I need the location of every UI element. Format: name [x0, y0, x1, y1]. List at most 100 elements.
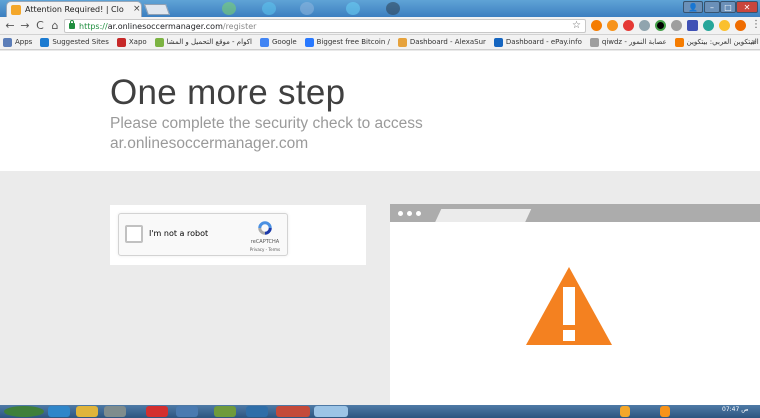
extension-icon[interactable] [623, 20, 634, 31]
minimize-button[interactable]: – [704, 1, 720, 13]
back-button[interactable]: ← [3, 18, 17, 33]
page-subtitle: Please complete the security check to ac… [110, 114, 470, 154]
recaptcha-privacy-terms-link[interactable]: Privacy - Terms [243, 247, 287, 252]
bookmark-star-icon[interactable]: ☆ [572, 20, 581, 31]
bookmark-item[interactable]: Xapo [116, 37, 147, 47]
bookmarks-bar: Apps Suggested Sites Xapo اكوام - موقع التح… [0, 35, 760, 50]
extension-icon[interactable] [719, 20, 730, 31]
windows-taskbar: 07:47 ص [0, 405, 760, 418]
illustration-browser-bar [390, 204, 760, 223]
recaptcha-checkbox[interactable] [125, 225, 143, 243]
bitcoin-extension-icon[interactable] [607, 20, 618, 31]
illustration-tab [434, 209, 532, 223]
bookmark-item[interactable]: Dashboard - ePay.info [493, 37, 582, 47]
bookmark-item[interactable]: اكوام - موقع التحميل و المشا [154, 37, 252, 47]
extension-icon[interactable] [703, 20, 714, 31]
url-path: /register [222, 21, 257, 31]
page-title: One more step [110, 73, 346, 112]
bookmark-label: البيتكوين العربي: بيتكوين [686, 38, 759, 46]
background-bubble-icon [300, 2, 314, 15]
bookmark-item[interactable]: Google [259, 37, 297, 47]
warning-icon [526, 267, 612, 345]
browser-menu-icon[interactable]: ⋮ [751, 19, 760, 30]
url-host: ar.onlinesoccermanager.com [107, 21, 223, 31]
extension-icon[interactable] [639, 20, 650, 31]
illustration-dot [416, 211, 421, 216]
taskbar-clock[interactable]: 07:47 ص [722, 406, 748, 413]
background-bubble-icon [346, 2, 360, 15]
recaptcha-logo-icon [258, 221, 272, 235]
extension-icon[interactable] [687, 20, 698, 31]
bookmark-item[interactable]: Biggest free Bitcoin / [304, 37, 390, 47]
bookmark-label: Apps [15, 38, 33, 46]
lock-icon [69, 20, 75, 29]
start-button[interactable] [4, 406, 44, 417]
app-taskbar-icon[interactable] [214, 406, 236, 417]
background-bubble-icon [262, 2, 276, 15]
bookmark-favicon-icon [397, 37, 407, 47]
bookmarks-overflow-button[interactable]: » [751, 37, 756, 46]
recaptcha-label: I'm not a robot [149, 229, 209, 238]
extension-icon[interactable] [591, 20, 602, 31]
bookmark-favicon-icon [154, 37, 164, 47]
url-scheme: https:// [79, 21, 108, 31]
new-tab-button[interactable] [143, 4, 171, 15]
illustration-body [390, 222, 760, 405]
window-titlebar: Attention Required! | Clo × 👤 – □ ✕ [0, 0, 760, 17]
bookmark-label: Xapo [128, 38, 147, 46]
bookmark-favicon-icon [589, 37, 599, 47]
browser-illustration [390, 204, 760, 405]
captcha-card: I'm not a robot reCAPTCHA Privacy - Term… [110, 205, 366, 265]
illustration-dot [407, 211, 412, 216]
bookmark-item[interactable]: البيتكوين العربي: بيتكوين [674, 37, 759, 47]
bookmark-item[interactable]: Apps [3, 37, 33, 47]
bookmark-label: Google [271, 38, 297, 46]
bookmark-favicon-icon [116, 37, 126, 47]
bookmark-item[interactable]: Dashboard - AlexaSur [397, 37, 486, 47]
page-header: One more step Please complete the securi… [0, 51, 760, 171]
bookmark-label: Suggested Sites [52, 38, 109, 46]
tab-close-icon[interactable]: × [133, 5, 141, 14]
extension-icon[interactable] [735, 20, 746, 31]
bookmark-favicon-icon [3, 37, 12, 47]
bookmark-favicon-icon [40, 37, 50, 47]
tray-icon[interactable] [620, 406, 630, 417]
background-bubble-icon [386, 2, 400, 15]
bookmark-favicon-icon [674, 37, 684, 47]
profile-button[interactable]: 👤 [683, 1, 703, 13]
browser-tab[interactable]: Attention Required! | Clo × [6, 1, 142, 17]
bookmark-favicon-icon [493, 37, 503, 47]
bookmark-label: Dashboard - AlexaSur [409, 38, 486, 46]
subtitle-line: Please complete the security check to ac… [110, 115, 423, 132]
opera-taskbar-icon[interactable] [146, 406, 168, 417]
tray-icon[interactable] [660, 406, 670, 417]
illustration-dot [398, 211, 403, 216]
close-window-button[interactable]: ✕ [736, 1, 758, 13]
reload-button[interactable]: C [33, 18, 47, 33]
address-bar[interactable]: https:// ar.onlinesoccermanager.com /reg… [64, 19, 586, 33]
maximize-button[interactable]: □ [720, 1, 736, 13]
bookmark-label: qiwdz - عصابة النمور [601, 38, 667, 46]
app-taskbar-icon[interactable] [176, 406, 198, 417]
chrome-taskbar-icon[interactable] [276, 406, 310, 417]
explorer-taskbar-icon[interactable] [76, 406, 98, 417]
app-taskbar-icon[interactable] [246, 406, 268, 417]
tab-title: Attention Required! | Clo [25, 5, 124, 14]
bookmark-label: اكوام - موقع التحميل و المشا [166, 38, 252, 46]
bookmark-item[interactable]: Suggested Sites [40, 37, 109, 47]
media-taskbar-icon[interactable] [104, 406, 126, 417]
bookmark-favicon-icon [259, 37, 269, 47]
cloudflare-favicon-icon [11, 4, 21, 15]
extension-icon[interactable] [671, 20, 682, 31]
home-button[interactable]: ⌂ [48, 18, 62, 33]
bookmark-label: Biggest free Bitcoin / [316, 38, 390, 46]
forward-button[interactable]: → [18, 18, 32, 33]
recaptcha-widget: I'm not a robot reCAPTCHA Privacy - Term… [118, 213, 288, 256]
bookmark-item[interactable]: qiwdz - عصابة النمور [589, 37, 667, 47]
subtitle-domain: ar.onlinesoccermanager.com [110, 135, 309, 152]
page-content: I'm not a robot reCAPTCHA Privacy - Term… [0, 171, 760, 405]
app-taskbar-icon[interactable] [314, 406, 348, 417]
bookmark-favicon-icon [304, 37, 314, 47]
extension-icon[interactable] [655, 20, 666, 31]
ie-taskbar-icon[interactable] [48, 406, 70, 417]
